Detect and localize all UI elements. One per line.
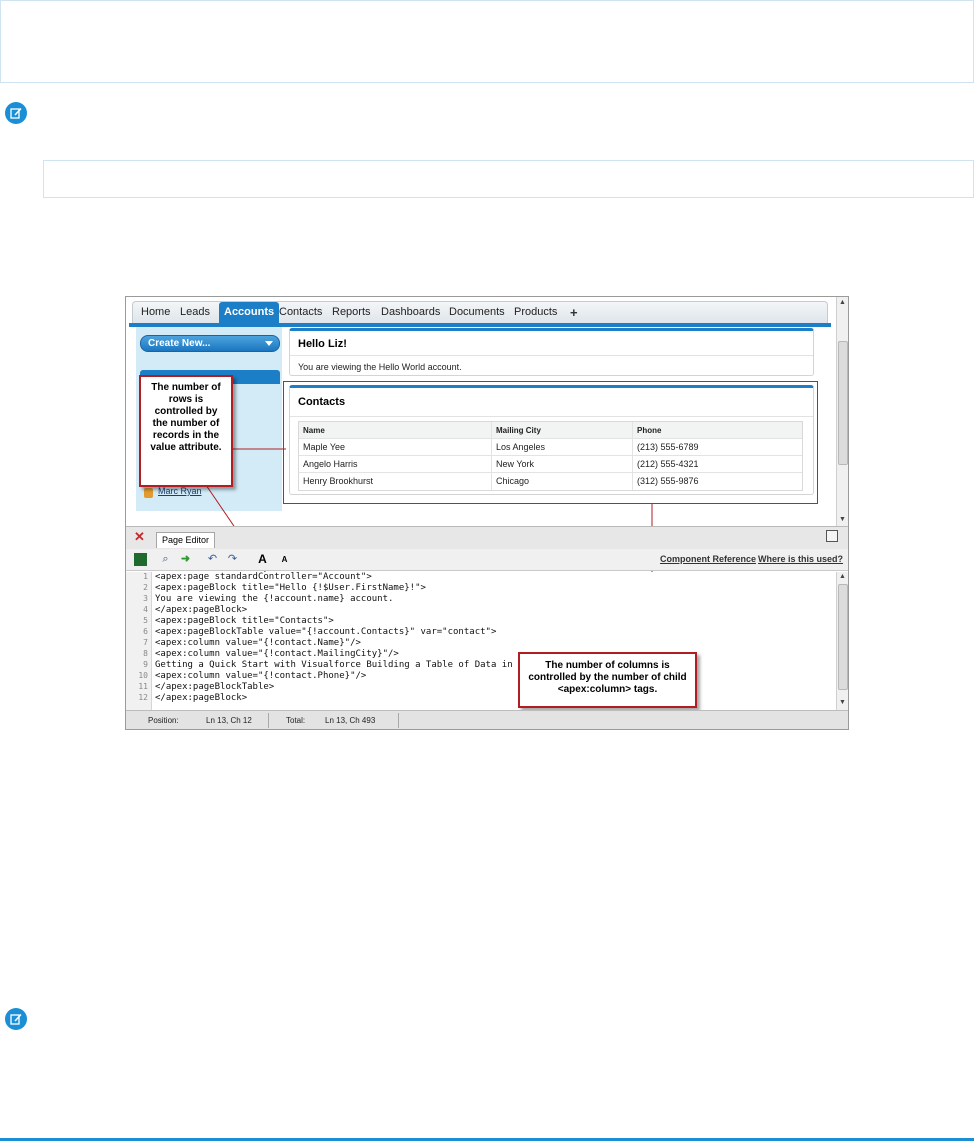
rows-callout: The number of rows is controlled by the … [139,375,233,487]
line-number: 7 [143,638,148,647]
position-value: Ln 13, Ch 12 [206,716,252,725]
status-divider [268,713,269,728]
code-line: Getting a Quick Start with Visualforce B… [155,660,551,670]
decrease-font-icon[interactable]: A [278,553,291,566]
visualforce-screenshot: Home Leads Accounts Contacts Reports Das… [125,296,849,730]
line-number-gutter: 1 2 3 4 5 6 7 8 9 10 11 12 [126,572,152,710]
line-number: 12 [138,693,148,702]
scroll-up-arrow-icon[interactable]: ▲ [839,573,846,580]
code-line: </apex:pageBlockTable> [155,682,275,692]
goto-icon[interactable]: ➜ [179,553,192,566]
code-line: <apex:page standardController="Account"> [155,572,372,582]
editor-toolbar: ⌕ ➜ ↶ ↷ A A Component Reference Where is… [126,549,848,571]
component-reference-link[interactable]: Component Reference [660,554,756,564]
code-sample-box-top [0,0,974,83]
line-number: 5 [143,616,148,625]
line-number: 11 [138,682,148,691]
code-line: <apex:pageBlock title="Hello {!$User.Fir… [155,583,426,593]
code-line: <apex:pageBlock title="Contacts"> [155,616,334,626]
line-number: 1 [143,572,148,581]
line-number: 3 [143,594,148,603]
scrollbar-thumb[interactable] [838,584,848,690]
note-icon [5,102,27,124]
redo-icon[interactable]: ↷ [226,553,239,566]
document-page: Home Leads Accounts Contacts Reports Das… [0,0,974,1142]
total-value: Ln 13, Ch 493 [325,716,376,725]
close-icon[interactable]: ✕ [134,529,145,545]
undo-icon[interactable]: ↶ [206,553,219,566]
code-line: </apex:pageBlock> [155,605,248,615]
scroll-down-arrow-icon[interactable]: ▼ [839,699,846,706]
columns-callout: The number of columns is controlled by t… [518,652,697,708]
line-number: 6 [143,627,148,636]
editor-scrollbar[interactable]: ▲ ▼ [836,572,848,710]
find-icon[interactable]: ⌕ [159,553,172,566]
status-divider [398,713,399,728]
increase-font-icon[interactable]: A [256,553,269,566]
note-icon [5,1008,27,1030]
editor-header: ✕ Page Editor [126,526,848,549]
code-line: You are viewing the {!account.name} acco… [155,594,394,604]
code-sample-box-note [43,160,974,198]
save-icon[interactable] [134,553,147,566]
page-editor-tab[interactable]: Page Editor [156,532,216,548]
line-number: 4 [143,605,148,614]
code-line: </apex:pageBlock> [155,693,248,703]
code-line: <apex:pageBlockTable value="{!account.Co… [155,627,497,637]
position-label: Position: [148,716,179,725]
page-footer-rule [0,1138,974,1141]
download-icon[interactable] [826,530,838,542]
line-number: 10 [138,671,148,680]
line-number: 8 [143,649,148,658]
editor-status-bar: Position: Ln 13, Ch 12 Total: Ln 13, Ch … [126,710,848,729]
code-line: <apex:column value="{!contact.Name}"/> [155,638,361,648]
code-line: <apex:column value="{!contact.MailingCit… [155,649,399,659]
line-number: 9 [143,660,148,669]
code-line: <apex:column value="{!contact.Phone}"/> [155,671,367,681]
line-number: 2 [143,583,148,592]
total-label: Total: [286,716,306,725]
code-editor[interactable]: 1 2 3 4 5 6 7 8 9 10 11 12 <apex:page st… [126,572,836,710]
where-used-link[interactable]: Where is this used? [758,554,843,564]
